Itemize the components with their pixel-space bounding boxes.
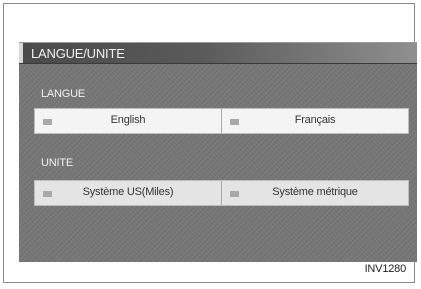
title-bar: LANGUE/UNITE (19, 42, 417, 64)
screen-title: LANGUE/UNITE (31, 46, 125, 61)
unit-options: Système US(Miles) Système métrique (34, 180, 409, 206)
section-label-unite: UNITE (41, 157, 74, 169)
figure-reference: INV1280 (364, 263, 407, 275)
section-label-langue: LANGUE (41, 88, 86, 100)
option-label: Système US(Miles) (82, 186, 174, 198)
option-francais-button[interactable]: Français (221, 109, 408, 133)
option-us-miles-button[interactable]: Système US(Miles) (35, 181, 221, 205)
language-options: English Français (34, 108, 409, 134)
option-label: Système métrique (272, 186, 358, 198)
option-label: English (110, 114, 146, 126)
settings-screen: LANGUE/UNITE LANGUE English Français UNI… (19, 42, 417, 262)
option-label: Français (294, 114, 336, 126)
figure-frame: LANGUE/UNITE LANGUE English Français UNI… (3, 3, 417, 283)
option-english-button[interactable]: English (35, 109, 221, 133)
option-metric-button[interactable]: Système métrique (221, 181, 408, 205)
title-accent (19, 43, 23, 63)
